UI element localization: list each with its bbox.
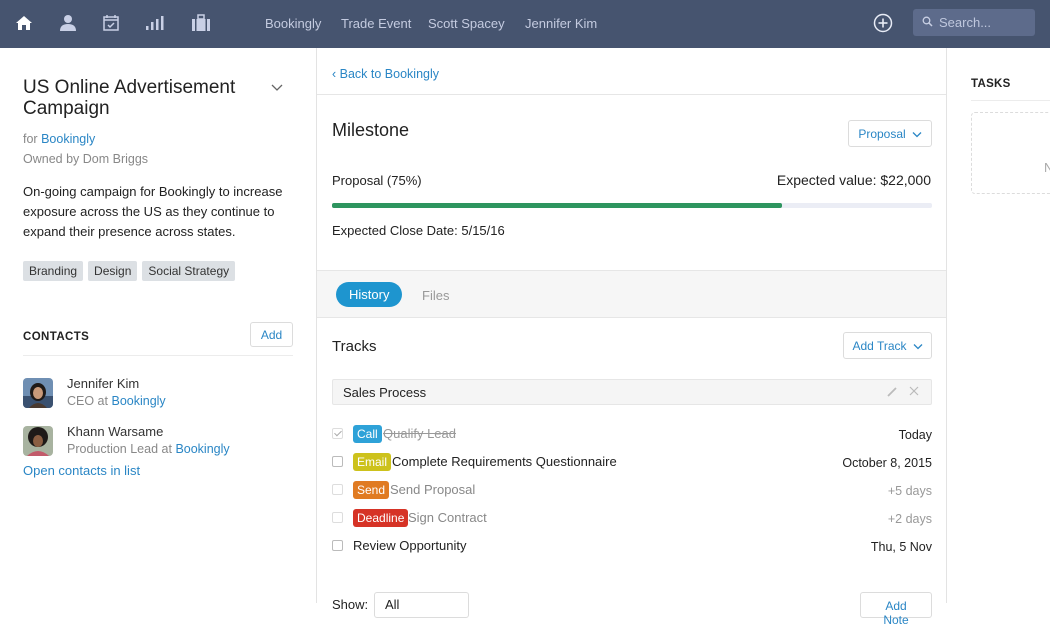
nav-link-jennifer-kim[interactable]: Jennifer Kim — [525, 16, 597, 31]
stage-dropdown-label: Proposal — [858, 126, 906, 141]
task-checkbox[interactable] — [332, 512, 343, 523]
deal-title: US Online Advertisement Campaign — [23, 77, 236, 119]
contact-name[interactable]: Jennifer Kim — [67, 376, 139, 391]
contact-role: Production Lead at Bookingly — [67, 442, 230, 456]
task-title[interactable]: Send Proposal — [390, 482, 475, 497]
tasks-heading: TASKS — [971, 78, 1011, 90]
task-type-badge: Email — [353, 453, 392, 471]
contact-company-link[interactable]: Bookingly — [111, 394, 165, 408]
tabs-bar: History Files — [317, 270, 946, 318]
task-checkbox[interactable] — [332, 456, 343, 467]
divider — [317, 94, 946, 95]
task-title[interactable]: Review Opportunity — [353, 538, 466, 553]
tag-list: Branding Design Social Strategy — [23, 261, 236, 281]
person-icon[interactable] — [57, 12, 79, 34]
search-box[interactable] — [913, 9, 1035, 36]
search-input[interactable] — [939, 15, 1027, 30]
divider — [23, 355, 293, 356]
tasks-empty-text: N — [1044, 160, 1050, 175]
task-row: Deadline Sign Contract +2 days — [332, 508, 932, 530]
tab-files[interactable]: Files — [422, 288, 449, 303]
contact-title: CEO at — [67, 394, 108, 408]
calendar-icon[interactable] — [100, 12, 122, 34]
add-contact-button[interactable]: Add — [250, 322, 293, 347]
pencil-icon[interactable] — [886, 386, 898, 398]
expected-value: Expected value: $22,000 — [776, 172, 931, 188]
stage-progress-bar — [332, 203, 932, 208]
deal-company-link[interactable]: Bookingly — [41, 132, 95, 146]
contact-title: Production Lead at — [67, 442, 172, 456]
task-row: Send Send Proposal +5 days — [332, 480, 932, 502]
task-type-badge: Call — [353, 425, 382, 443]
tasks-panel: TASKS N — [948, 48, 1050, 603]
track-header: Sales Process — [332, 379, 932, 405]
task-title[interactable]: Qualify Lead — [383, 426, 456, 441]
task-type-badge: Deadline — [353, 509, 409, 527]
close-date: Expected Close Date: 5/15/16 — [332, 223, 505, 238]
contact-company-link[interactable]: Bookingly — [175, 442, 229, 456]
tag[interactable]: Social Strategy — [142, 261, 236, 281]
contact-item[interactable]: Jennifer Kim CEO at Bookingly — [23, 376, 303, 410]
tab-history[interactable]: History — [336, 282, 403, 307]
briefcase-icon[interactable] — [190, 12, 212, 34]
stage-progress-fill — [332, 203, 782, 208]
top-nav-bar: Bookingly Trade Event Scott Spacey Jenni… — [0, 0, 1050, 48]
task-checkbox[interactable] — [332, 484, 343, 495]
add-circle-icon[interactable] — [873, 13, 893, 33]
milestone-panel: ‹ Back to Bookingly Milestone Proposal P… — [317, 48, 947, 627]
back-link[interactable]: ‹ Back to Bookingly — [332, 67, 439, 81]
show-filter-select[interactable]: All — [374, 592, 469, 618]
task-checkbox[interactable] — [332, 540, 343, 551]
close-icon[interactable] — [908, 385, 920, 397]
contact-role: CEO at Bookingly — [67, 394, 166, 408]
task-date: +2 days — [887, 512, 932, 526]
contact-item[interactable]: Khann Warsame Production Lead at Booking… — [23, 424, 303, 458]
deal-for-prefix: for — [23, 132, 38, 146]
add-track-label: Add Track — [852, 338, 907, 353]
open-contacts-link[interactable]: Open contacts in list — [23, 463, 140, 478]
task-row: Call Qualify Lead Today — [332, 424, 932, 446]
divider — [971, 100, 1050, 101]
stage-label: Proposal (75%) — [332, 173, 422, 188]
show-filter-label: Show: — [332, 597, 369, 612]
home-icon[interactable] — [13, 12, 35, 34]
nav-link-bookingly[interactable]: Bookingly — [265, 16, 321, 31]
task-row: Email Complete Requirements Questionnair… — [332, 452, 932, 474]
track-name: Sales Process — [343, 385, 427, 400]
bar-chart-icon[interactable] — [143, 12, 165, 34]
tasks-empty-state: N — [971, 112, 1050, 194]
add-track-dropdown[interactable]: Add Track — [843, 332, 932, 359]
add-note-button[interactable]: Add Note — [860, 592, 932, 627]
tag[interactable]: Branding — [23, 261, 84, 281]
task-row: Review Opportunity Thu, 5 Nov — [332, 536, 932, 558]
stage-dropdown[interactable]: Proposal — [848, 120, 932, 147]
contacts-heading: CONTACTS — [23, 331, 90, 343]
milestone-title: Milestone — [332, 120, 410, 140]
nav-link-trade-event[interactable]: Trade Event — [341, 16, 411, 31]
task-date: Thu, 5 Nov — [870, 540, 932, 554]
tracks-title: Tracks — [332, 338, 377, 355]
avatar — [23, 426, 53, 456]
task-date: Today — [898, 428, 932, 442]
tag[interactable]: Design — [88, 261, 138, 281]
search-icon — [922, 15, 933, 30]
deal-company-line: for Bookingly — [23, 132, 95, 146]
contact-name[interactable]: Khann Warsame — [67, 424, 163, 439]
deal-sidebar: US Online Advertisement Campaign for Boo… — [0, 48, 317, 603]
task-title[interactable]: Complete Requirements Questionnaire — [392, 454, 617, 469]
avatar — [23, 378, 53, 408]
chevron-down-icon[interactable] — [270, 81, 284, 91]
deal-owner: Owned by Dom Briggs — [23, 152, 149, 166]
task-checkbox[interactable] — [332, 428, 343, 439]
task-date: October 8, 2015 — [842, 456, 932, 470]
task-type-badge: Send — [353, 481, 390, 499]
deal-description: On-going campaign for Bookingly to incre… — [23, 184, 283, 239]
nav-link-scott-spacey[interactable]: Scott Spacey — [428, 16, 505, 31]
chevron-down-icon — [912, 127, 922, 141]
task-title[interactable]: Sign Contract — [408, 510, 487, 525]
chevron-down-icon — [913, 339, 923, 353]
task-date: +5 days — [887, 484, 932, 498]
